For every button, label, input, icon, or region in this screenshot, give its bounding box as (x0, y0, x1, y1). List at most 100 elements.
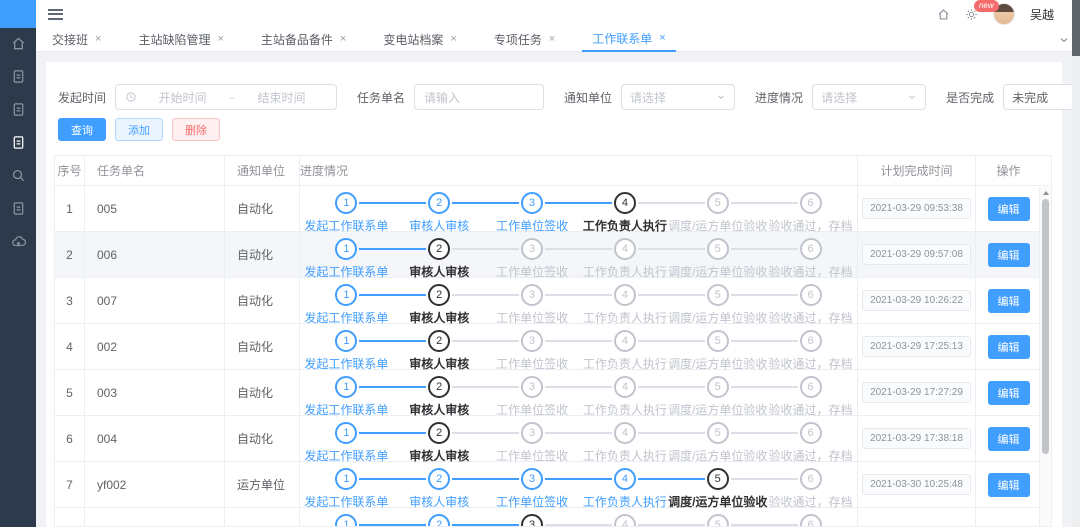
cell-progress: 1发起工作联系单2审核人审核3工作单位签收4工作负责人执行5调度/运方单位验收6… (300, 324, 858, 369)
edit-button[interactable]: 编辑 (988, 473, 1030, 497)
step-number: 3 (521, 330, 543, 352)
username[interactable]: 吴越 (1030, 6, 1054, 23)
done-select[interactable]: 未完成 (1003, 84, 1080, 110)
table-row-6: 7yf002运方单位1发起工作联系单2审核人审核3工作单位签收4工作负责人执行5… (55, 462, 1051, 508)
row-index: 5 (66, 386, 73, 400)
filter-progress: 进度情况 请选择 (755, 84, 926, 110)
close-icon[interactable]: × (549, 34, 555, 45)
step-number: 4 (614, 330, 636, 352)
close-icon[interactable]: × (340, 34, 346, 45)
search-button[interactable]: 查询 (58, 118, 106, 141)
date-range-input[interactable]: 开始时间 - 结束时间 (115, 84, 337, 110)
edit-button[interactable]: 编辑 (988, 335, 1030, 359)
edit-button[interactable]: 编辑 (988, 197, 1030, 221)
notify-unit: 自动化 (237, 338, 273, 355)
progress-steps: 1发起工作联系单2审核人审核3工作单位签收4工作负责人执行5调度/运方单位验收6… (300, 370, 857, 415)
delete-button[interactable]: 删除 (172, 118, 220, 141)
page-scrollbar[interactable] (1072, 0, 1080, 527)
cell-task-name: yf002 (85, 462, 225, 507)
sidebar-item-3[interactable] (0, 127, 36, 160)
filter-row: 发起时间 开始时间 - 结束时间 任务单名 请输入 (54, 84, 1052, 110)
task-name-input[interactable]: 请输入 (414, 84, 544, 110)
chevron-down-icon (907, 92, 917, 102)
step-1: 1发起工作联系单 (300, 508, 393, 527)
cell-index: 5 (55, 370, 85, 415)
step-number: 3 (521, 284, 543, 306)
notify-unit-placeholder: 请选择 (630, 89, 666, 106)
filter-task-name: 任务单名 请输入 (357, 84, 544, 110)
planned-time-tag: 2021-03-29 17:27:29 (862, 382, 971, 403)
tab-4[interactable]: 专项任务× (484, 28, 565, 52)
topbar-right: new 吴越 (937, 3, 1054, 25)
planned-time-tag: 2021-03-29 17:38:18 (862, 428, 971, 449)
tab-1[interactable]: 主站缺陷管理× (128, 28, 233, 52)
sidebar-item-4[interactable] (0, 160, 36, 193)
step-number: 2 (428, 422, 450, 444)
header-cell-0: 序号 (55, 156, 85, 185)
step-number: 1 (335, 330, 357, 352)
close-icon[interactable]: × (217, 34, 223, 45)
step-number: 3 (521, 468, 543, 490)
cell-task-name: 005 (85, 186, 225, 231)
cell-planned-time (858, 508, 976, 527)
step-number: 4 (614, 376, 636, 398)
sidebar-menu (0, 28, 36, 259)
task-name: 007 (97, 294, 117, 308)
edit-button[interactable]: 编辑 (988, 381, 1030, 405)
add-button[interactable]: 添加 (115, 118, 163, 141)
step-number: 4 (614, 192, 636, 214)
close-icon[interactable]: × (659, 33, 665, 44)
chevron-down-icon[interactable] (1058, 34, 1070, 46)
step-number: 6 (800, 330, 822, 352)
tab-label: 交接班 (52, 31, 88, 48)
step-6: 6验收通过，存档 (764, 232, 857, 280)
cell-actions: 编辑 (976, 370, 1041, 415)
step-number: 3 (521, 238, 543, 260)
edit-button[interactable]: 编辑 (988, 243, 1030, 267)
header-cell-label: 进度情况 (300, 162, 348, 179)
sidebar-item-0[interactable] (0, 28, 36, 61)
home-icon[interactable] (937, 8, 950, 21)
cell-progress: 1发起工作联系单2审核人审核3工作单位签收4工作负责人执行5调度/运方单位验收6… (300, 370, 858, 415)
cell-actions: 编辑 (976, 186, 1041, 231)
tab-5[interactable]: 工作联系单× (582, 28, 675, 52)
tab-2[interactable]: 主站备品备件× (251, 28, 356, 52)
tab-3[interactable]: 变电站档案× (373, 28, 466, 52)
sidebar (0, 0, 36, 527)
step-number: 3 (521, 192, 543, 214)
cell-notify-unit (225, 508, 300, 527)
task-name: 006 (97, 248, 117, 262)
table-scrollbar-thumb[interactable] (1042, 199, 1049, 454)
edit-button[interactable]: 编辑 (988, 289, 1030, 313)
table-scrollbar[interactable] (1039, 187, 1051, 526)
progress-steps: 1发起工作联系单2审核人审核3工作单位签收4工作负责人执行5调度/运方单位验收6… (300, 324, 857, 369)
sidebar-item-2[interactable] (0, 94, 36, 127)
topbar: new 吴越 (36, 0, 1080, 28)
cell-progress: 1发起工作联系单2审核人审核3工作单位签收4工作负责人执行5调度/运方单位验收6… (300, 278, 858, 323)
gear-icon[interactable]: new (965, 8, 978, 21)
planned-time-tag: 2021-03-29 09:57:08 (862, 244, 971, 265)
close-icon[interactable]: × (450, 34, 456, 45)
step-number: 1 (335, 514, 357, 527)
progress-select[interactable]: 请选择 (812, 84, 926, 110)
sidebar-item-5[interactable] (0, 193, 36, 226)
step-number: 4 (614, 284, 636, 306)
menu-toggle-icon[interactable] (48, 9, 63, 20)
sidebar-item-6[interactable] (0, 226, 36, 259)
home-icon (11, 36, 26, 54)
scroll-up-arrow-icon[interactable] (1043, 191, 1049, 195)
tab-0[interactable]: 交接班 × (42, 28, 111, 52)
start-time-placeholder: 开始时间 (137, 89, 228, 106)
notify-unit-select[interactable]: 请选择 (621, 84, 735, 110)
sidebar-item-1[interactable] (0, 61, 36, 94)
document-icon (11, 69, 26, 87)
action-buttons: 查询 添加 删除 (54, 118, 1052, 141)
content: 发起时间 开始时间 - 结束时间 任务单名 请输入 (36, 52, 1080, 527)
app-root: new 吴越 交接班×主站缺陷管理×主站备品备件×变电站档案×专项任务×工作联系… (0, 0, 1080, 527)
progress-steps: 1发起工作联系单2审核人审核3工作单位签收4工作负责人执行5调度/运方单位验收6… (300, 278, 857, 323)
close-icon[interactable]: × (95, 34, 101, 45)
row-index: 3 (66, 294, 73, 308)
page-scrollbar-thumb[interactable] (1072, 0, 1080, 56)
step-number: 3 (521, 376, 543, 398)
edit-button[interactable]: 编辑 (988, 427, 1030, 451)
